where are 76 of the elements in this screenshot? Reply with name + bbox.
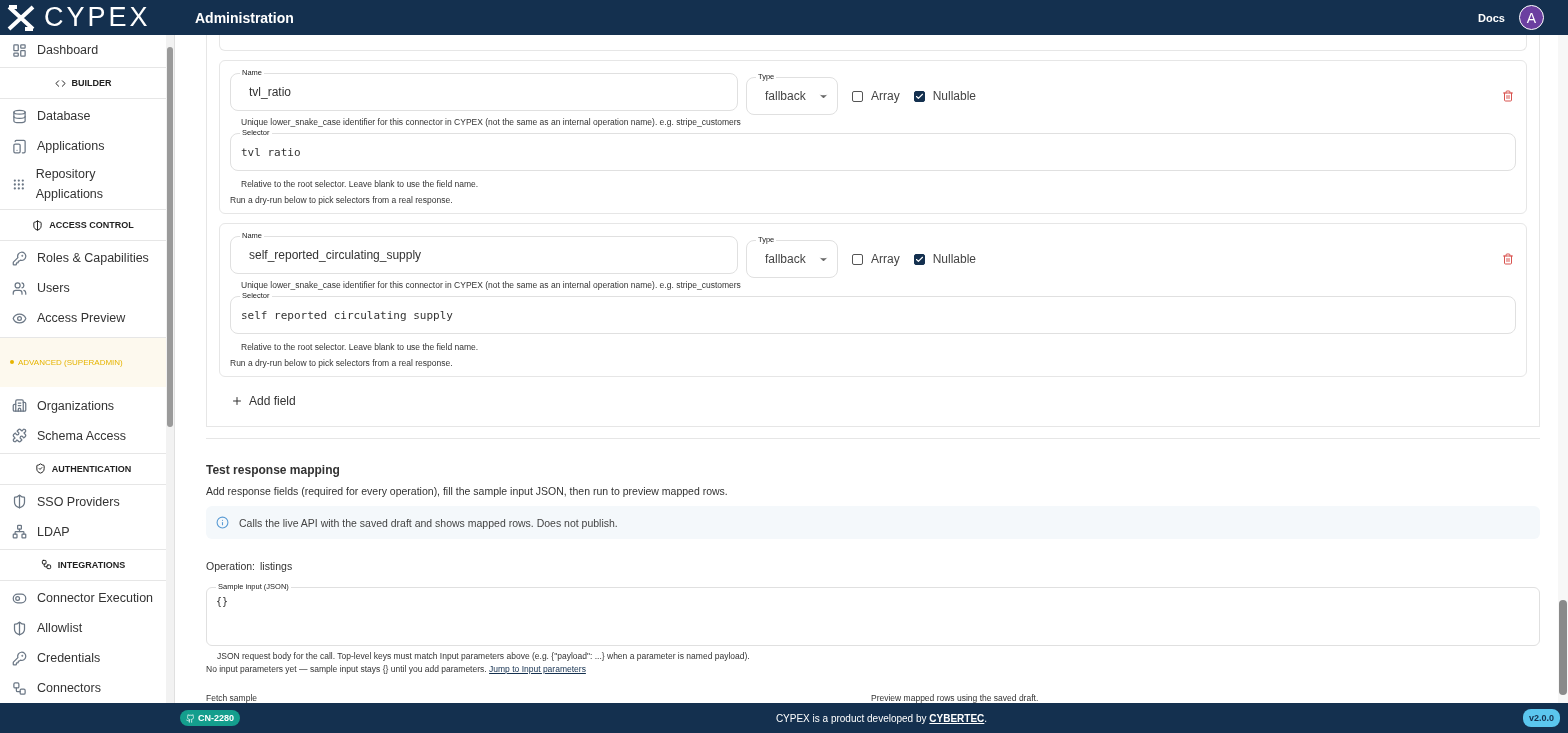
- sidebar-item[interactable]: Database: [0, 101, 166, 132]
- sidebar-item[interactable]: Repository Applications: [0, 161, 166, 208]
- delete-button[interactable]: [1500, 88, 1516, 104]
- dashboard-icon: [12, 42, 27, 58]
- add-field-button[interactable]: Add field: [219, 386, 308, 414]
- code-icon: [54, 77, 66, 89]
- section-label: ACCESS CONTROL: [49, 220, 134, 231]
- sidebar-item[interactable]: Organizations: [0, 390, 166, 421]
- helper-text: Unique lower_snake_case identifier for this connector in CYPEX (not the same as an internal operation name). e.g. stripe_customers: [240, 116, 742, 127]
- network-icon: [12, 524, 27, 540]
- sidebar-item[interactable]: SSO Providers: [0, 486, 166, 517]
- info-text: Calls the live API with the saved draft and shows mapped rows. Does not publish.: [239, 516, 618, 529]
- footer-credit: CYPEX is a product developed by CYBERTEC.: [775, 712, 988, 724]
- nullable-checkbox[interactable]: Nullable: [913, 89, 976, 103]
- shield-icon: [32, 219, 44, 231]
- section-label: ADVANCED (SUPERADMIN): [18, 357, 123, 367]
- sidebar-item[interactable]: Dashboard: [0, 35, 166, 65]
- section-label: AUTHENTICATION: [51, 463, 132, 474]
- helper-text: Relative to the root selector. Leave blank to use the field name.: [240, 178, 480, 189]
- sidebar-item[interactable]: Schema Access: [0, 420, 166, 451]
- helper-text: JSON request body for the call. Top-level keys must match Input parameters above (e.g. {"payload": ...} when a parameter is named payload).: [216, 650, 751, 661]
- logo-mark-icon: [6, 4, 36, 31]
- page-title: Administration: [195, 9, 295, 26]
- nullable-checkbox[interactable]: Nullable: [913, 252, 976, 266]
- scrollbar[interactable]: [166, 35, 174, 703]
- sidebar-item[interactable]: Roles & Capabilities: [0, 243, 166, 274]
- helper-text: Unique lower_snake_case identifier for this connector in CYPEX (not the same as an internal operation name). e.g. stripe_customers: [240, 279, 742, 290]
- helper-text: No input parameters yet — sample input stays {} until you add parameters. Jump to Input parameters: [206, 663, 587, 674]
- operation-label: Operation:: [206, 560, 256, 572]
- shield-icon: [12, 494, 27, 510]
- scrollbar[interactable]: [1558, 35, 1568, 703]
- helper-text: Run a dry-run below to pick selectors from a real response.: [230, 357, 454, 368]
- nodes-icon: [12, 680, 27, 696]
- users-icon: [12, 280, 27, 296]
- section-title: Test response mapping: [206, 463, 341, 477]
- sidebar-item[interactable]: LDAP: [0, 516, 166, 547]
- check-icon: [914, 91, 924, 101]
- shield-check-icon: [34, 463, 46, 475]
- operation-value: listings: [260, 560, 293, 572]
- key-icon: [12, 250, 27, 266]
- sidebar-item[interactable]: Connector Execution: [0, 583, 166, 613]
- info-icon: [216, 516, 229, 529]
- docs-link[interactable]: Docs: [1478, 11, 1505, 24]
- preview-text: Preview mapped rows using the saved draft.: [871, 693, 1039, 703]
- key-icon: [12, 650, 27, 666]
- toggle-icon: [12, 590, 27, 606]
- database-icon: [12, 108, 27, 124]
- check-icon: [914, 254, 924, 264]
- shield-icon: [12, 620, 27, 636]
- tablet-icon: [12, 138, 27, 154]
- eye-icon: [12, 310, 27, 326]
- grid-icon: [12, 176, 26, 192]
- array-checkbox[interactable]: Array: [852, 252, 900, 266]
- dot-icon: [10, 360, 14, 365]
- helper-text: Relative to the root selector. Leave blank to use the field name.: [240, 341, 480, 352]
- sidebar-item[interactable]: Allowlist: [0, 613, 166, 643]
- nodes-icon: [40, 559, 52, 571]
- jump-link[interactable]: Jump to Input parameters: [489, 664, 586, 674]
- array-checkbox[interactable]: Array: [852, 89, 900, 103]
- delete-button[interactable]: [1500, 251, 1516, 267]
- logo: CYPEX: [0, 2, 175, 33]
- user-avatar[interactable]: A: [1519, 5, 1544, 30]
- building-icon: [12, 398, 27, 413]
- sidebar-item[interactable]: Applications: [0, 131, 166, 162]
- version-badge: v2.0.0: [1522, 709, 1560, 727]
- plus-icon: [231, 395, 243, 407]
- section-label: INTEGRATIONS: [57, 559, 126, 570]
- section-label: BUILDER: [71, 78, 112, 89]
- fetch-label: Fetch sample: [206, 693, 259, 703]
- sidebar-item[interactable]: Connectors: [0, 673, 166, 703]
- helper-text: Run a dry-run below to pick selectors from a real response.: [230, 194, 454, 205]
- sidebar-item[interactable]: Users: [0, 273, 166, 304]
- sidebar-item[interactable]: Access Preview: [0, 303, 166, 334]
- section-description: Add response fields (required for every operation), fill the sample input JSON, then run to preview mapped rows.: [206, 485, 729, 497]
- sidebar-item[interactable]: Credentials: [0, 643, 166, 673]
- puzzle-icon: [12, 428, 27, 443]
